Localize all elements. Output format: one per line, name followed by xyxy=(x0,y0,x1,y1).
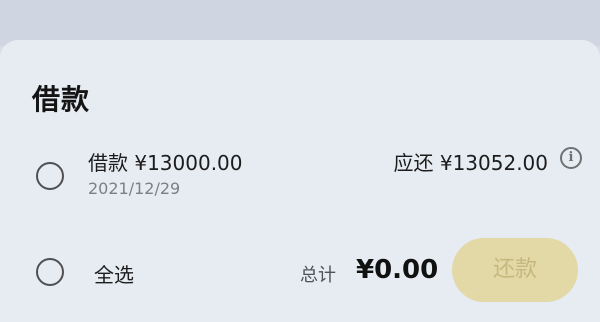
total-amount: ¥0.00 xyxy=(356,255,439,285)
loan-amount-label: 借款 ¥13000.00 xyxy=(88,151,243,175)
section-title: 借款 xyxy=(32,83,91,116)
loan-date: 2021/12/29 xyxy=(88,179,181,198)
loan-select-radio[interactable] xyxy=(36,162,64,190)
info-icon[interactable]: i xyxy=(560,147,582,169)
total-label: 总计 xyxy=(300,265,336,286)
repay-button[interactable]: 还款 xyxy=(452,238,578,302)
select-all-radio[interactable] xyxy=(36,258,64,286)
due-amount-label: 应还 ¥13052.00 xyxy=(393,151,548,175)
select-all-label[interactable]: 全选 xyxy=(94,259,134,288)
